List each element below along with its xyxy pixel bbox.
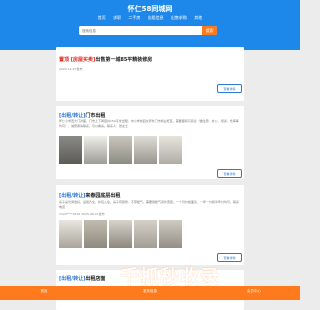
post-title[interactable]: [出租/转让]门市出租 [59,112,105,119]
post-desc: 怀仁小学西大门对面，门市上下两层共150平米出租，中小学校园交界处门市商业旺区，… [59,119,239,128]
post-title[interactable]: 置顶 [房屋买卖]出售第一城85平精装修房 [59,56,152,63]
post-category: [出租/转让] [59,193,86,199]
watermark-text: 千抓秒收录 [120,266,221,288]
bottom-nav-post[interactable]: 发布信息 [120,289,180,294]
post-card[interactable]: [出租/转让]门市出租 怀仁小学西大门对面，门市上下两层共150平米出租，中小学… [56,106,244,179]
post-title-text[interactable]: 出租店面 [85,276,105,282]
post-image[interactable] [59,220,82,248]
post-category: [出租/转让] [59,276,86,282]
post-title[interactable]: [出租/转让]出租店面 [59,275,105,282]
post-title[interactable]: [出租/转让]来春园底层出租 [59,192,120,199]
post-image[interactable] [84,220,107,248]
post-image[interactable] [159,136,182,164]
post-image[interactable] [109,220,132,248]
post-title-text[interactable]: 来春园底层出租 [85,193,120,199]
view-detail-button[interactable]: 查看详情 [217,169,242,178]
post-desc: 房子采光通透好，设施齐全，拎包入住，房子有装修，不带暖气，需要用暖气另外安装，一… [59,200,240,209]
post-image[interactable] [159,220,182,248]
nav-used-house[interactable]: 二手房 [128,15,140,20]
nav-buy-sell[interactable]: 出售求购 [171,15,187,20]
nav-home[interactable]: 首页 [98,15,106,20]
search-bar: 搜索 [79,26,217,35]
bottom-nav: 首页 发布信息 会员中心 [0,286,300,300]
main-nav: 首页 求职 二手房 出租信息 出售求购 其他 [0,15,300,21]
post-image[interactable] [84,136,107,164]
post-image[interactable] [134,136,157,164]
nav-other[interactable]: 其他 [194,15,202,20]
search-input[interactable] [79,26,197,35]
search-button[interactable]: 搜索 [202,26,217,35]
post-image[interactable] [59,136,82,164]
site-logo[interactable]: 怀仁58同城网 [0,4,300,14]
post-card[interactable]: [出租/转让]来春园底层出租 房子采光通透好，设施齐全，拎包入住，房子有装修，不… [56,185,244,265]
post-image[interactable] [134,220,157,248]
post-time: 1324****3425 2025-06-07发布 [59,212,105,216]
post-card[interactable]: 置顶 [房屋买卖]出售第一城85平精装修房 2024-12-27发布 查看详情 [56,47,244,101]
site-header: 怀仁58同城网 首页 求职 二手房 出租信息 出售求购 其他 搜索 [0,0,300,50]
nav-jobs[interactable]: 求职 [113,15,121,20]
view-detail-button[interactable]: 查看详情 [217,84,242,93]
pinned-tag: 置顶 [59,57,70,63]
post-image[interactable] [109,136,132,164]
post-title-text[interactable]: 出售第一城85平精装修房 [95,57,152,63]
post-time: 2024-12-27发布 [59,67,83,71]
nav-rent[interactable]: 出租信息 [148,15,164,20]
view-detail-button[interactable]: 查看详情 [217,253,242,262]
bottom-nav-member[interactable]: 会员中心 [224,289,284,294]
bottom-nav-home[interactable]: 首页 [14,289,74,294]
post-category: [房屋买卖] [70,57,96,63]
